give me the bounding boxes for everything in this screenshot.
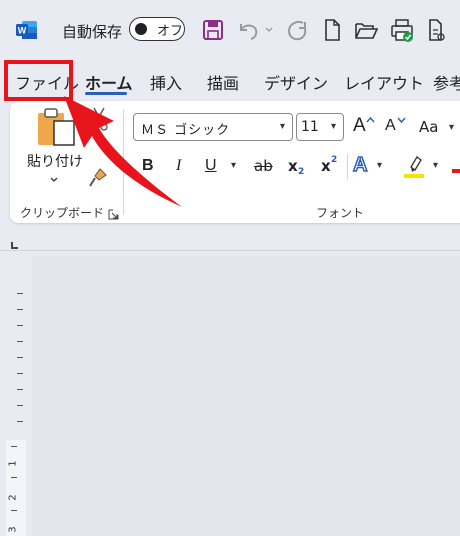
ruler-number: 2 xyxy=(7,494,19,501)
chevron-down-icon: ▾ xyxy=(331,121,337,132)
word-app-icon: W xyxy=(16,20,38,40)
font-name-value: ＭＳ ゴシック xyxy=(141,123,231,138)
open-folder-icon[interactable] xyxy=(352,16,380,44)
font-size-value: 11 xyxy=(301,119,319,135)
bold-button[interactable]: B xyxy=(142,157,154,175)
font-group-label: フォント xyxy=(316,206,365,220)
tab-design[interactable]: デザイン xyxy=(264,70,328,94)
superscript-button[interactable]: x 2 xyxy=(320,155,340,178)
change-case-button[interactable]: Aa ▾ xyxy=(419,113,460,141)
shrink-font-button[interactable]: A xyxy=(384,113,408,141)
superscript-mark: 2 xyxy=(331,155,338,165)
tab-layout[interactable]: レイアウト xyxy=(344,70,424,94)
text-effects-button[interactable]: A xyxy=(352,153,368,177)
autosave-state: オフ xyxy=(157,24,184,39)
paste-button-label[interactable]: 貼り付け xyxy=(27,151,83,171)
autosave-toggle[interactable]: オフ xyxy=(129,17,185,41)
svg-text:W: W xyxy=(18,26,27,36)
toggle-knob xyxy=(135,23,147,35)
clipboard-launcher-icon[interactable] xyxy=(108,205,119,220)
chevron-down-icon: ▾ xyxy=(449,122,455,133)
change-case-icon: Aa xyxy=(419,118,439,136)
undo-icon[interactable] xyxy=(235,16,263,44)
highlighter-icon[interactable] xyxy=(402,153,426,179)
clipboard-group-label: クリップボード xyxy=(20,206,105,220)
highlight-dropdown-icon[interactable]: ▾ xyxy=(433,160,438,171)
subscript-icon: x xyxy=(288,157,298,175)
paste-icon[interactable] xyxy=(34,105,80,147)
font-size-combobox[interactable]: 11 ▾ xyxy=(296,113,344,141)
subscript-button[interactable]: x 2 xyxy=(287,156,307,178)
document-preview-icon[interactable] xyxy=(426,16,460,44)
quick-print-icon[interactable] xyxy=(388,16,416,44)
cut-icon[interactable] xyxy=(88,106,110,132)
tab-selector-icon[interactable] xyxy=(10,235,19,249)
ruler-divider xyxy=(0,250,460,251)
chevron-down-icon: ▾ xyxy=(280,121,286,132)
tab-draw[interactable]: 描画 xyxy=(207,70,239,94)
font-name-combobox[interactable]: ＭＳ ゴシック ▾ xyxy=(133,113,293,141)
new-document-icon[interactable] xyxy=(320,16,344,44)
document-canvas[interactable] xyxy=(32,256,460,536)
file-tab-highlight xyxy=(4,60,73,101)
title-bar: W 自動保存 オフ xyxy=(0,0,460,58)
tab-home[interactable]: ホーム xyxy=(85,70,133,94)
strikethrough-button[interactable]: ab xyxy=(254,157,273,175)
paste-dropdown-icon[interactable] xyxy=(48,171,60,183)
underline-dropdown-icon[interactable]: ▾ xyxy=(231,160,236,171)
font-color-swatch[interactable] xyxy=(452,169,460,173)
underline-button[interactable]: U xyxy=(205,157,217,175)
ruler-number: 1 xyxy=(7,460,19,467)
save-icon[interactable] xyxy=(201,16,225,44)
grow-font-button[interactable]: A xyxy=(352,113,376,141)
format-painter-icon[interactable] xyxy=(88,166,110,190)
vertical-ruler-page-area: 1 2 3 xyxy=(6,440,26,536)
tab-insert[interactable]: 挿入 xyxy=(150,70,182,94)
text-effects-dropdown-icon[interactable]: ▾ xyxy=(377,160,382,171)
tab-references[interactable]: 参考 xyxy=(433,70,460,94)
italic-button[interactable]: I xyxy=(176,157,181,175)
active-tab-indicator xyxy=(85,92,127,95)
superscript-icon: x xyxy=(321,157,331,175)
shrink-font-icon: A xyxy=(385,117,396,134)
ruler-number: 3 xyxy=(7,526,19,533)
format-separator xyxy=(347,154,348,180)
undo-dropdown-icon[interactable] xyxy=(264,16,274,44)
group-separator xyxy=(123,109,124,215)
grow-font-icon: A xyxy=(353,115,366,136)
autosave-label: 自動保存 xyxy=(62,23,123,41)
redo-icon[interactable] xyxy=(283,16,311,44)
subscript-mark: 2 xyxy=(298,167,305,177)
